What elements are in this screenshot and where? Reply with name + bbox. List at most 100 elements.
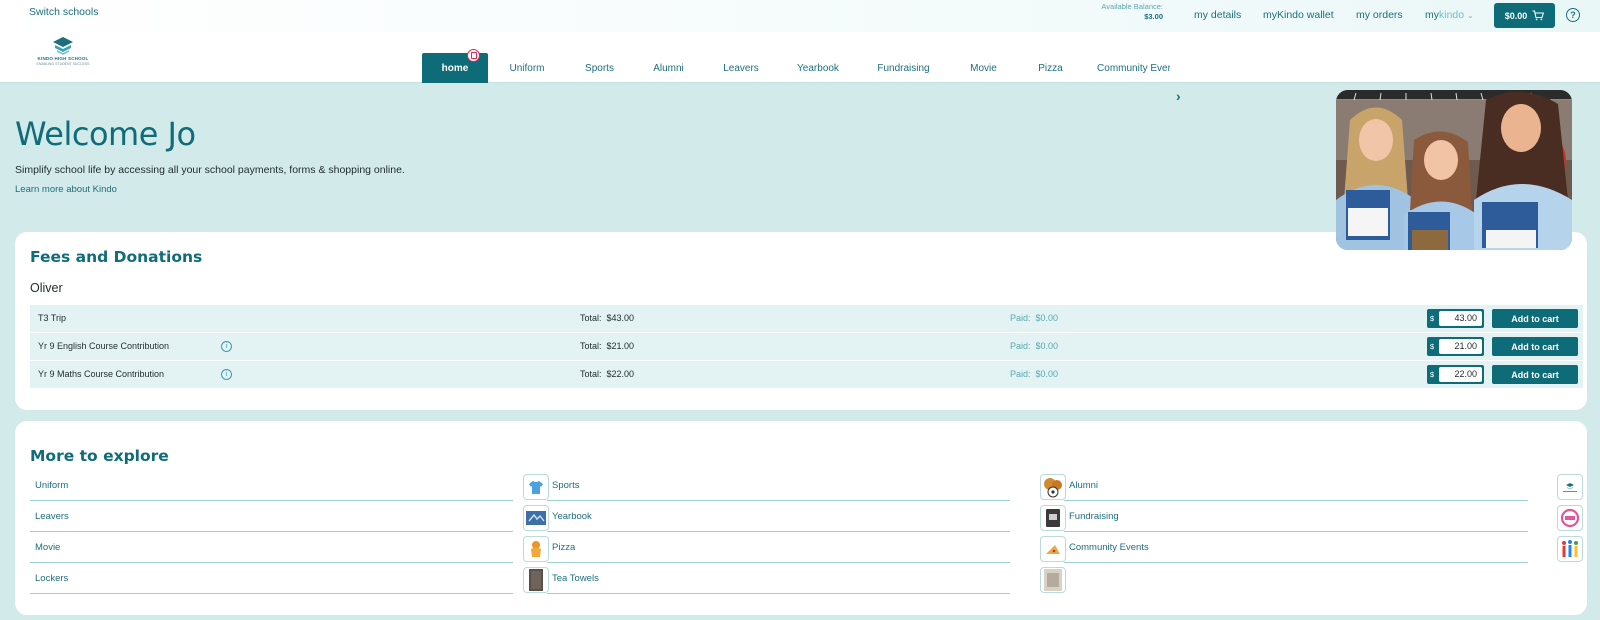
explore-item-label: Yearbook xyxy=(552,511,592,522)
fundraising-icon xyxy=(1557,505,1583,531)
fee-paid: Paid: $0.00 xyxy=(1010,341,1058,351)
explore-item-label: Lockers xyxy=(35,573,69,584)
mykindo-label-my: my xyxy=(1425,9,1439,21)
explore-item-label: Alumni xyxy=(1069,480,1099,491)
tab-movie[interactable]: Movie xyxy=(949,53,1018,83)
school-logo[interactable]: KINDO HIGH SCHOOL ENABLING STUDENT SUCCE… xyxy=(31,34,95,70)
explore-item-uniform[interactable]: Uniform xyxy=(30,470,549,501)
explore-item-pizza[interactable]: Pizza xyxy=(547,532,1067,563)
explore-item-alumni[interactable]: Alumni xyxy=(1064,470,1583,501)
fee-paid-value: $0.00 xyxy=(1035,313,1059,323)
switch-schools-link[interactable]: Switch schools xyxy=(29,6,98,18)
divider xyxy=(1064,562,1528,563)
tab-yearbook[interactable]: Yearbook xyxy=(778,53,858,83)
chevron-right-icon[interactable]: › xyxy=(1176,88,1181,104)
add-to-cart-button[interactable]: Add to cart xyxy=(1492,337,1578,356)
fee-total-label: Total: xyxy=(580,341,602,351)
cart-icon xyxy=(1532,10,1545,21)
fee-paid-value: $0.00 xyxy=(1035,369,1059,379)
alumni-logo-icon xyxy=(1557,474,1583,500)
fee-total-value: $21.00 xyxy=(606,341,635,351)
info-icon[interactable]: i xyxy=(221,369,232,380)
logo-tagline: ENABLING STUDENT SUCCESS xyxy=(36,62,90,66)
explore-item-sports[interactable]: Sports xyxy=(547,470,1067,501)
tab-leavers[interactable]: Leavers xyxy=(704,53,778,83)
available-balance: Available Balance: $3.00 xyxy=(1090,2,1163,22)
explore-item-movie[interactable]: Movie xyxy=(30,532,549,563)
fee-row: Yr 9 Maths Course Contribution i Total: … xyxy=(30,361,1583,388)
amount-value[interactable]: 43.00 xyxy=(1439,311,1482,326)
info-icon[interactable]: i xyxy=(221,341,232,352)
students-photo-image xyxy=(1336,90,1572,250)
explore-item-label: Fundraising xyxy=(1069,511,1119,522)
fee-total-label: Total: xyxy=(580,313,602,323)
page-title: Welcome Jo xyxy=(15,115,196,153)
mykindo-wallet-link[interactable]: myKindo wallet xyxy=(1263,9,1334,21)
my-details-link[interactable]: my details xyxy=(1194,9,1241,21)
fee-paid-label: Paid: xyxy=(1010,341,1031,351)
explore-item-leavers[interactable]: Leavers xyxy=(30,501,549,532)
add-to-cart-button[interactable]: Add to cart xyxy=(1492,365,1578,384)
balance-label: Available Balance: xyxy=(1101,2,1163,11)
amount-value[interactable]: 22.00 xyxy=(1439,367,1482,382)
amount-input[interactable]: $43.00 xyxy=(1427,309,1484,328)
help-icon[interactable]: ? xyxy=(1566,8,1580,22)
movie-icon xyxy=(523,536,549,562)
explore-item-fundraising[interactable]: Fundraising xyxy=(1064,501,1583,532)
fees-title: Fees and Donations xyxy=(30,248,203,266)
explore-item-label: Leavers xyxy=(35,511,69,522)
fee-total: Total: $43.00 xyxy=(580,313,634,323)
tab-fundraising[interactable]: Fundraising xyxy=(858,53,949,83)
divider xyxy=(547,593,1010,594)
mykindo-label-kindo: kindo xyxy=(1439,9,1465,21)
pizza-icon xyxy=(1040,536,1066,562)
fee-paid-label: Paid: xyxy=(1010,313,1031,323)
fee-total-value: $43.00 xyxy=(606,313,635,323)
my-orders-link[interactable]: my orders xyxy=(1356,9,1403,21)
fee-name: Yr 9 English Course Contribution xyxy=(38,341,170,351)
balance-value: $3.00 xyxy=(1144,12,1163,21)
tab-sports[interactable]: Sports xyxy=(566,53,633,83)
hero-tagline: Simplify school life by accessing all yo… xyxy=(15,164,405,176)
tab-alumni[interactable]: Alumni xyxy=(633,53,704,83)
currency-symbol: $ xyxy=(1430,314,1435,323)
explore-item-yearbook[interactable]: Yearbook xyxy=(547,501,1067,532)
community-icon xyxy=(1557,536,1583,562)
notification-badge-icon xyxy=(467,49,480,62)
fee-paid: Paid: $0.00 xyxy=(1010,369,1058,379)
explore-item-community-events[interactable]: Community Events xyxy=(1064,532,1583,563)
tea-towel-icon xyxy=(1040,567,1066,593)
chevron-down-icon: ⌄ xyxy=(1467,11,1474,20)
main-nav: KINDO HIGH SCHOOL ENABLING STUDENT SUCCE… xyxy=(0,32,1600,104)
amount-input[interactable]: $22.00 xyxy=(1427,365,1484,384)
explore-item-label: Pizza xyxy=(552,542,576,553)
amount-input[interactable]: $21.00 xyxy=(1427,337,1484,356)
fee-total: Total: $21.00 xyxy=(580,341,634,351)
fee-total: Total: $22.00 xyxy=(580,369,634,379)
fees-card: Fees and Donations Oliver T3 Trip Total:… xyxy=(15,232,1587,410)
explore-item-label: Movie xyxy=(35,542,61,553)
book-logo-icon xyxy=(53,37,73,55)
explore-title: More to explore xyxy=(30,447,169,465)
add-to-cart-button[interactable]: Add to cart xyxy=(1492,309,1578,328)
currency-symbol: $ xyxy=(1430,370,1435,379)
explore-item-lockers[interactable]: Lockers xyxy=(30,563,549,594)
top-bar: Switch schools Available Balance: $3.00 … xyxy=(0,0,1600,32)
fee-row: Yr 9 English Course Contribution i Total… xyxy=(30,333,1583,360)
mykindo-menu[interactable]: mykindo ⌄ xyxy=(1425,9,1474,21)
fee-row: T3 Trip Total: $43.00 Paid: $0.00 $43.00… xyxy=(30,305,1583,332)
learn-more-link[interactable]: Learn more about Kindo xyxy=(15,184,117,195)
sports-balls-icon xyxy=(1040,474,1066,500)
explore-item-tea-towels[interactable]: Tea Towels xyxy=(547,563,1067,594)
fee-paid-label: Paid: xyxy=(1010,369,1031,379)
amount-value[interactable]: 21.00 xyxy=(1439,339,1482,354)
cart-button[interactable]: $0.00 xyxy=(1494,3,1555,28)
yearbook-icon xyxy=(1040,505,1066,531)
nav-tabs: home Uniform Sports Alumni Leavers Yearb… xyxy=(422,53,1170,83)
explore-item-label: Sports xyxy=(552,480,580,491)
tab-community-events[interactable]: Community Events xyxy=(1083,53,1170,83)
tab-uniform[interactable]: Uniform xyxy=(488,53,566,83)
locker-icon xyxy=(523,567,549,593)
tab-pizza[interactable]: Pizza xyxy=(1018,53,1083,83)
fee-name: Yr 9 Maths Course Contribution xyxy=(38,369,165,379)
